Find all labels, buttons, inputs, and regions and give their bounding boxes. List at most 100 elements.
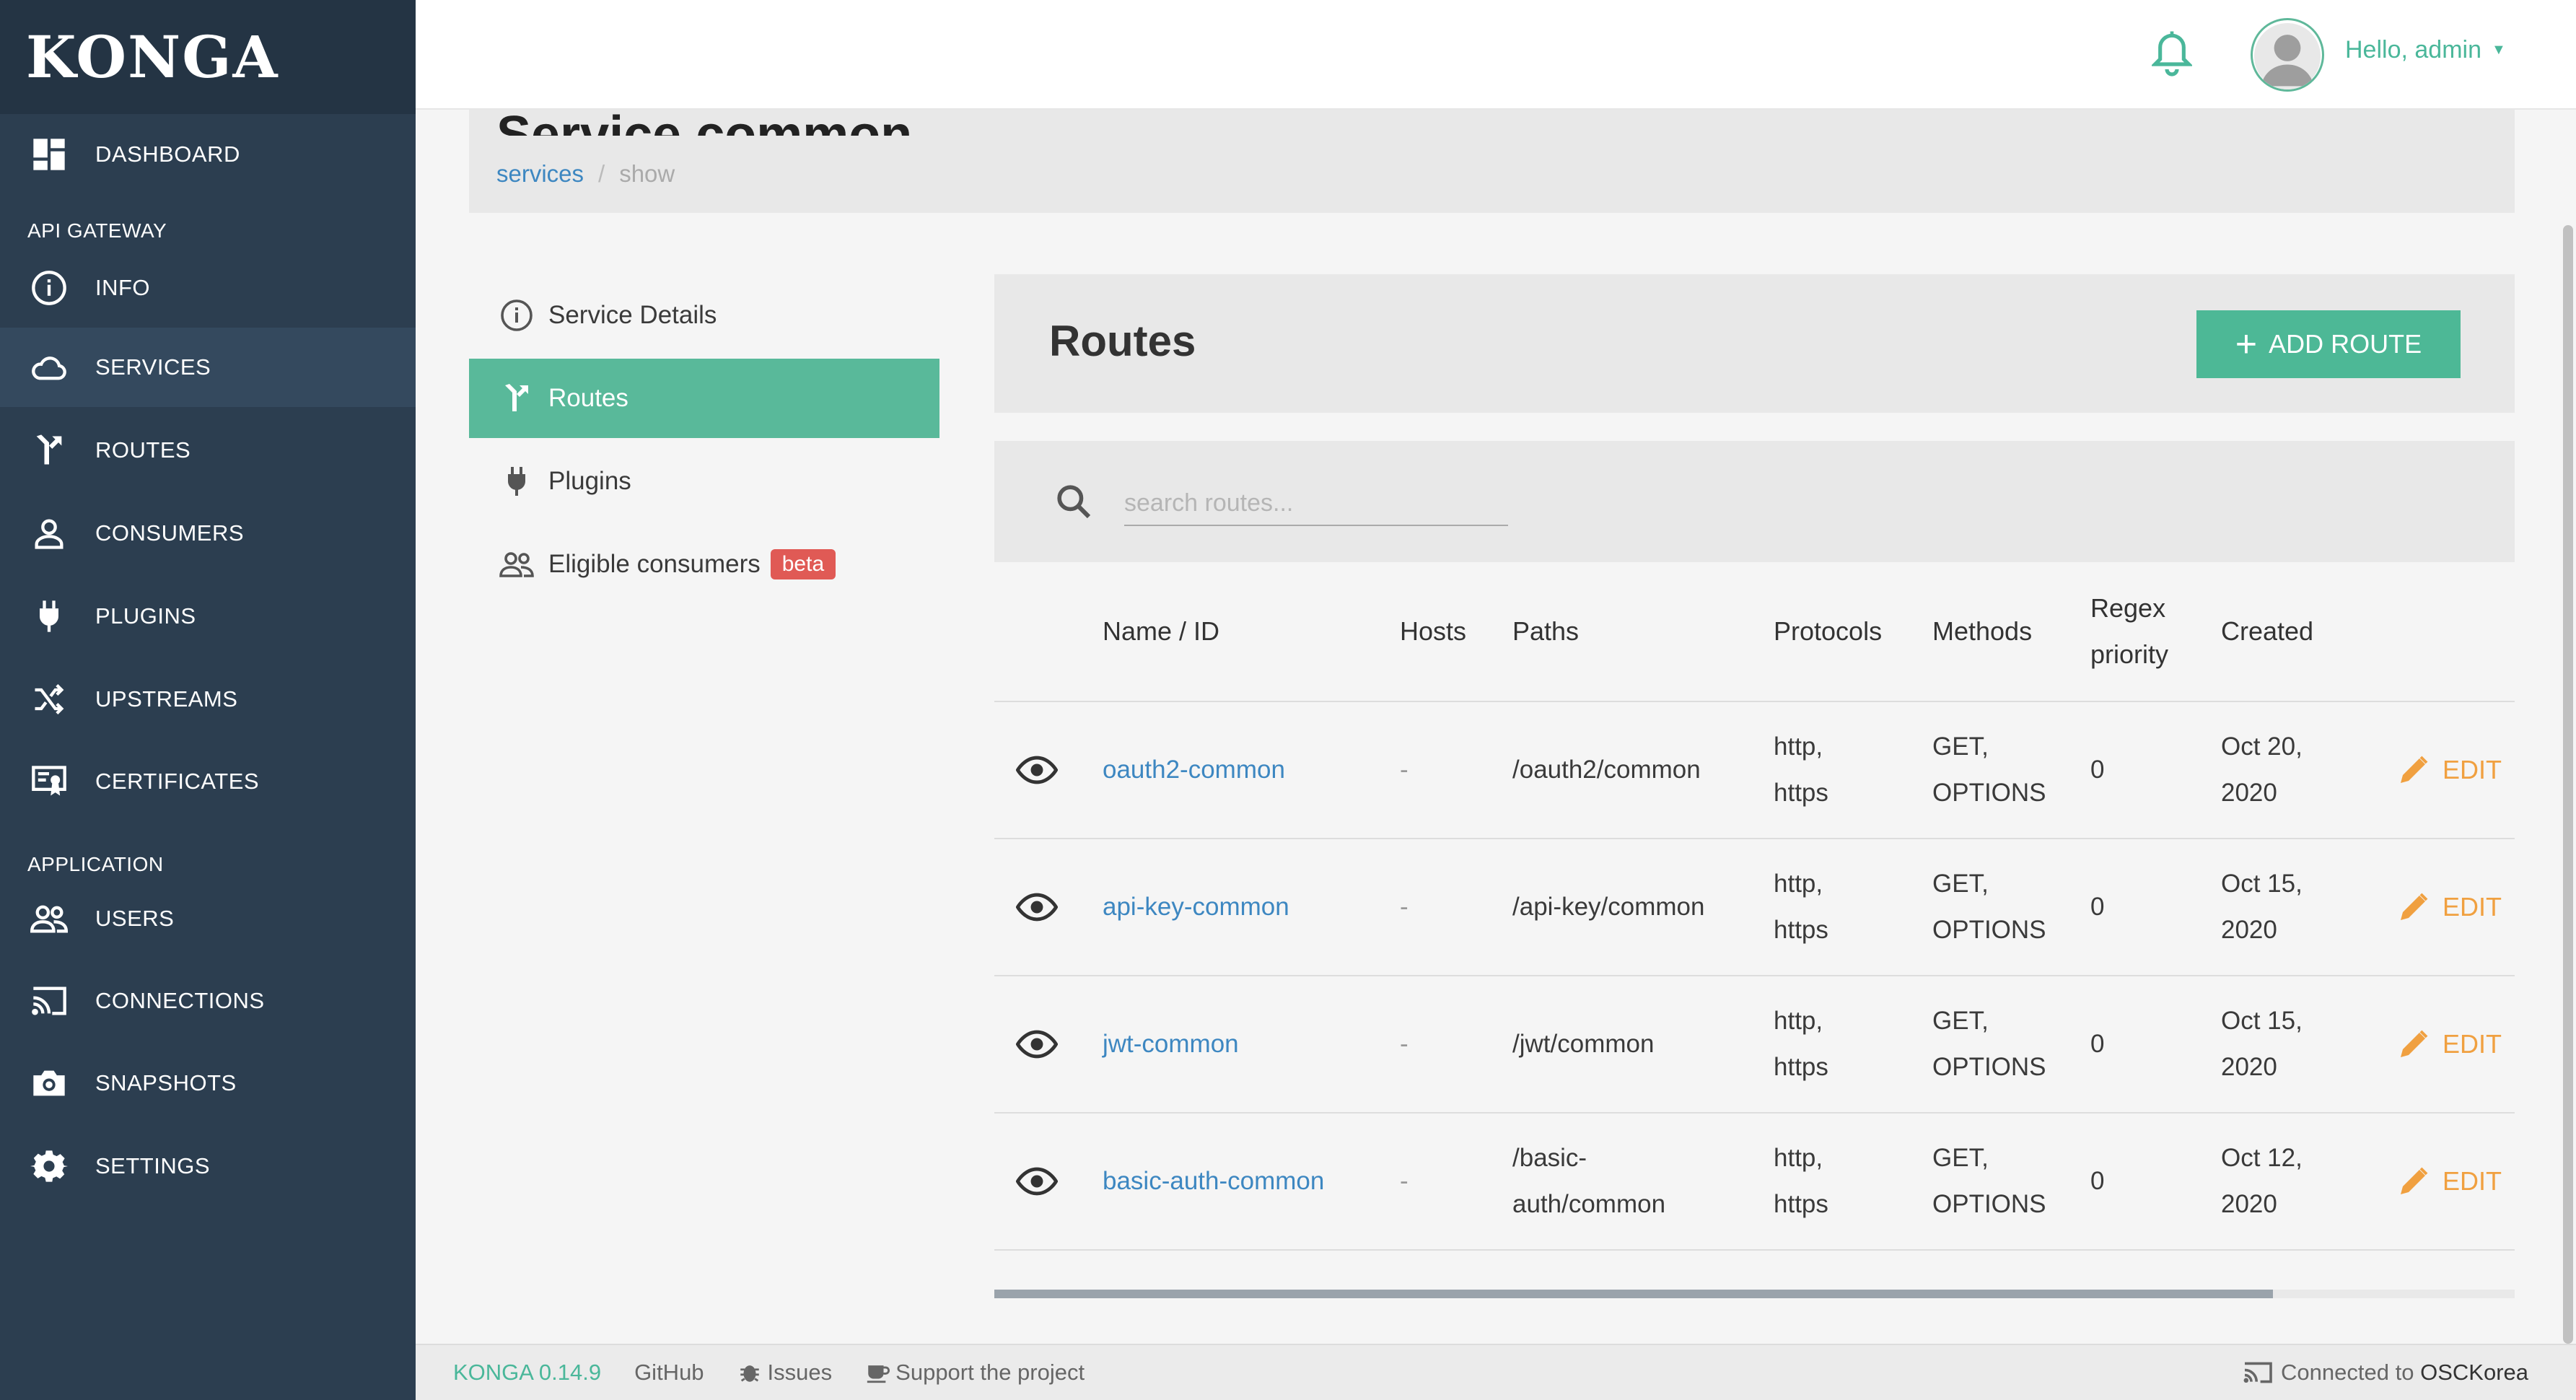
created-cell: Oct 15, 2020 [2221, 976, 2396, 1114]
edit-button[interactable]: EDIT [2396, 1158, 2515, 1204]
bell-icon[interactable] [2152, 30, 2192, 78]
edit-button[interactable]: EDIT [2396, 884, 2515, 930]
vertical-scrollbar[interactable] [2563, 225, 2573, 1344]
horizontal-scrollbar[interactable] [994, 1290, 2515, 1298]
methods-cell: GET, OPTIONS [1932, 701, 2090, 839]
scrollbar-thumb[interactable] [994, 1290, 2273, 1298]
col-regex-priority[interactable]: Regex priority [2090, 562, 2221, 702]
section-api-gateway: API GATEWAY [27, 219, 167, 242]
camera-icon [29, 1063, 69, 1103]
breadcrumb-services-link[interactable]: services [496, 160, 584, 188]
issues-label: Issues [767, 1360, 833, 1385]
table-row: api-key-common -/api-key/common http, http… [994, 839, 2515, 976]
tab-label: Service Details [548, 301, 717, 329]
eye-icon[interactable] [1016, 1023, 1058, 1065]
regex-priority-cell: 0 [2090, 976, 2221, 1114]
tab-routes[interactable]: Routes [469, 359, 939, 438]
avatar[interactable] [2251, 18, 2324, 92]
page-header: Service common services / show [469, 106, 2515, 213]
support-link[interactable]: Support the project [865, 1360, 1085, 1386]
beta-badge: beta [770, 549, 836, 579]
sidebar-item-label: CONNECTIONS [95, 988, 265, 1013]
breadcrumb-separator: / [598, 160, 605, 187]
sidebar-item-plugins[interactable]: PLUGINS [0, 573, 416, 660]
edit-button[interactable]: EDIT [2396, 747, 2515, 793]
plug-icon [29, 596, 69, 636]
connections-icon [2243, 1362, 2272, 1383]
route-name-link[interactable]: oauth2-common [1103, 756, 1285, 784]
eye-icon[interactable] [1016, 1160, 1058, 1202]
col-created[interactable]: Created [2221, 562, 2396, 702]
edit-button[interactable]: EDIT [2396, 1021, 2515, 1067]
paths-cell: /api-key/common [1512, 839, 1774, 976]
issues-link[interactable]: Issues [737, 1360, 833, 1386]
route-name-link[interactable]: jwt-common [1103, 1030, 1239, 1058]
sidebar-item-routes[interactable]: ROUTES [0, 407, 416, 494]
route-name-cell: oauth2-common [1103, 701, 1400, 839]
tab-service-details[interactable]: Service Details [469, 276, 939, 355]
tab-eligible-consumers[interactable]: Eligible consumers beta [469, 525, 939, 604]
greeting-text: Hello, admin [2345, 36, 2481, 64]
search-input[interactable] [1124, 481, 1508, 526]
sidebar-item-certificates[interactable]: CERTIFICATES [0, 739, 416, 824]
route-name-link[interactable]: basic-auth-common [1103, 1167, 1324, 1195]
users-icon [498, 546, 535, 583]
table-row: oauth2-common -/oauth2/common http, https G… [994, 701, 2515, 839]
shuffle-icon [29, 679, 69, 719]
breadcrumb-current: show [619, 160, 675, 187]
col-protocols[interactable]: Protocols [1774, 562, 1932, 702]
section-application: APPLICATION [27, 853, 164, 875]
col-paths[interactable]: Paths [1512, 562, 1774, 702]
routes-search-panel [994, 441, 2515, 562]
sidebar-item-upstreams[interactable]: UPSTREAMS [0, 660, 416, 739]
edit-label: EDIT [2443, 1029, 2502, 1059]
pencil-icon [2401, 893, 2428, 920]
sidebar-item-consumers[interactable]: CONSUMERS [0, 494, 416, 573]
table-row: jwt-common -/jwt/common http, https GET, OP… [994, 976, 2515, 1114]
table-header-row: Name / ID Hosts Paths Protocols Methods … [994, 562, 2515, 702]
user-menu[interactable]: Hello, admin ▼ [2345, 36, 2506, 64]
view-cell [994, 976, 1103, 1114]
info-icon [498, 297, 535, 334]
methods-cell: GET, OPTIONS [1932, 839, 2090, 976]
eye-icon[interactable] [1016, 749, 1058, 791]
sidebar-item-label: PLUGINS [95, 603, 196, 629]
sidebar-item-connections[interactable]: CONNECTIONS [0, 958, 416, 1044]
tab-label: Plugins [548, 467, 631, 495]
sidebar-item-info[interactable]: INFO [0, 248, 416, 328]
plus-icon: + [2235, 323, 2258, 365]
route-name-link[interactable]: api-key-common [1103, 893, 1289, 921]
sidebar-item-snapshots[interactable]: SNAPSHOTS [0, 1044, 416, 1123]
sidebar-item-label: ROUTES [95, 437, 191, 463]
add-route-button[interactable]: + ADD ROUTE [2196, 310, 2461, 378]
route-name-cell: api-key-common [1103, 839, 1400, 976]
sidebar-item-settings[interactable]: SETTINGS [0, 1123, 416, 1209]
protocols-cell: http, https [1774, 1113, 1932, 1251]
actions-cell: EDIT [2396, 839, 2515, 976]
protocols-cell: http, https [1774, 701, 1932, 839]
hosts-cell: - [1400, 976, 1512, 1114]
actions-cell: EDIT [2396, 1113, 2515, 1251]
github-link[interactable]: GitHub [634, 1360, 704, 1386]
routes-panel-header: Routes + ADD ROUTE [994, 274, 2515, 413]
sidebar-item-label: SERVICES [95, 354, 211, 380]
sidebar-item-users[interactable]: USERS [0, 879, 416, 958]
add-route-label: ADD ROUTE [2269, 329, 2422, 359]
col-methods[interactable]: Methods [1932, 562, 2090, 702]
version-link[interactable]: KONGA 0.14.9 [453, 1360, 601, 1386]
sidebar-item-label: CERTIFICATES [95, 769, 260, 794]
support-label: Support the project [895, 1360, 1085, 1385]
konga-logo[interactable]: KONGA [0, 0, 416, 114]
table-row: basic-auth-common -/basic-auth/common http… [994, 1113, 2515, 1251]
sidebar-item-dashboard[interactable]: DASHBOARD [0, 114, 416, 195]
sidebar-item-services[interactable]: SERVICES [0, 328, 416, 407]
eye-icon[interactable] [1016, 886, 1058, 928]
protocols-cell: http, https [1774, 976, 1932, 1114]
col-hosts[interactable]: Hosts [1400, 562, 1512, 702]
bug-icon [740, 1365, 759, 1382]
connection-status[interactable]: Connected to OSCKorea [2242, 1360, 2528, 1386]
col-name[interactable]: Name / ID [1103, 562, 1400, 702]
view-cell [994, 701, 1103, 839]
tab-plugins[interactable]: Plugins [469, 442, 939, 521]
tab-label: Routes [548, 384, 628, 412]
